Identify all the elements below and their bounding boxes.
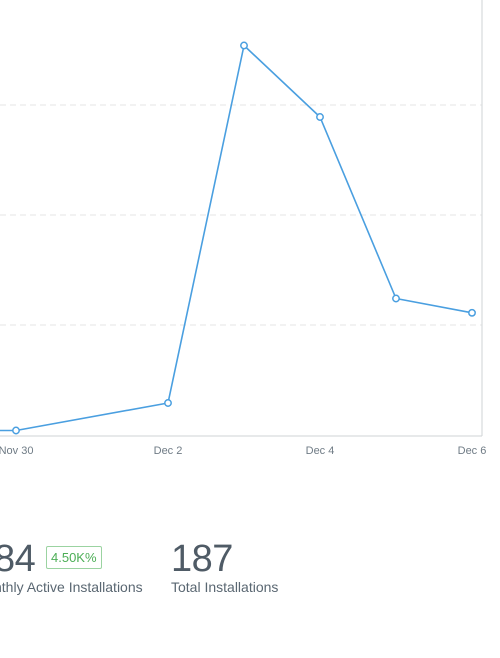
x-tick-label: Nov 30 — [0, 445, 33, 457]
data-point — [164, 399, 172, 407]
installations-series-line — [0, 44, 473, 432]
data-point — [316, 113, 324, 121]
data-point — [468, 308, 476, 317]
monthly-active-installations-metric: 84 4.50K% nthly Active Installations — [0, 540, 143, 595]
total-installations-metric: 187 Total Installations — [171, 540, 278, 595]
total-installations-label: Total Installations — [171, 579, 279, 595]
x-tick-label: Dec 2 — [154, 445, 183, 457]
data-point — [12, 426, 20, 435]
total-installations-value: 187 — [171, 538, 233, 580]
monthly-active-installations-label: nthly Active Installations — [0, 579, 143, 595]
installations-line-chart: Nov 30 Dec 2 Dec 4 Dec 6 — [0, 0, 487, 457]
installations-dashboard: Nov 30 Dec 2 Dec 4 Dec 6 84 4.50K% nthly Ac… — [0, 0, 500, 658]
growth-badge: 4.50K% — [46, 546, 102, 569]
x-tick-label: Dec 6 — [458, 445, 487, 457]
x-tick-label: Dec 4 — [306, 445, 335, 457]
data-point — [240, 41, 248, 50]
data-point — [392, 294, 400, 303]
